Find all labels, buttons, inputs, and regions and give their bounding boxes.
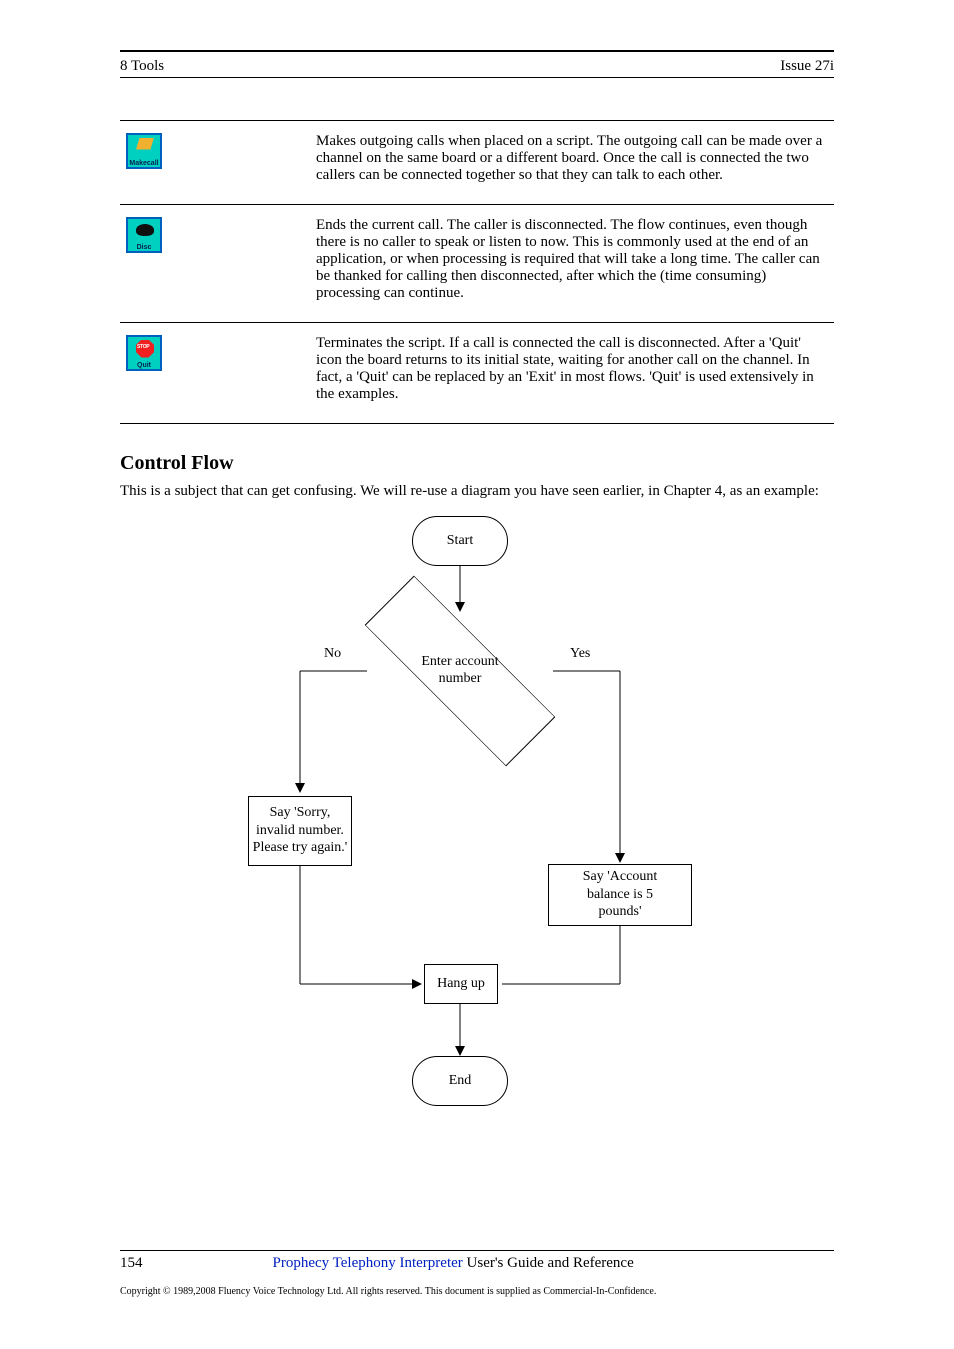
footer-page-number: 154 bbox=[120, 1255, 143, 1272]
disc-description: Ends the current call. The caller is dis… bbox=[310, 204, 834, 322]
example-flowchart: Start Enter account number No Yes Say 'S… bbox=[120, 506, 840, 1106]
quit-icon: Quit bbox=[126, 335, 162, 371]
section-paragraph: This is a subject that can get confusing… bbox=[120, 481, 834, 502]
header-left: 8 Tools bbox=[120, 58, 164, 75]
makecall-icon: Makecall bbox=[126, 133, 162, 169]
disc-icon: Disc bbox=[126, 217, 162, 253]
makecall-description: Makes outgoing calls when placed on a sc… bbox=[310, 120, 834, 204]
footer-copyright: Copyright © 1989,2008 Fluency Voice Tech… bbox=[120, 1286, 834, 1297]
flow-node-decision: Enter account number bbox=[360, 611, 560, 731]
footer-guide: User's Guide and Reference bbox=[467, 1255, 634, 1271]
header-right: Issue 27i bbox=[780, 58, 834, 75]
section-title: Control Flow bbox=[120, 452, 834, 475]
flow-icons-table: Makecall Makes outgoing calls when place… bbox=[120, 84, 834, 424]
footer-product: Prophecy Telephony Interpreter bbox=[273, 1255, 463, 1271]
quit-description: Terminates the script. If a call is conn… bbox=[310, 322, 834, 423]
